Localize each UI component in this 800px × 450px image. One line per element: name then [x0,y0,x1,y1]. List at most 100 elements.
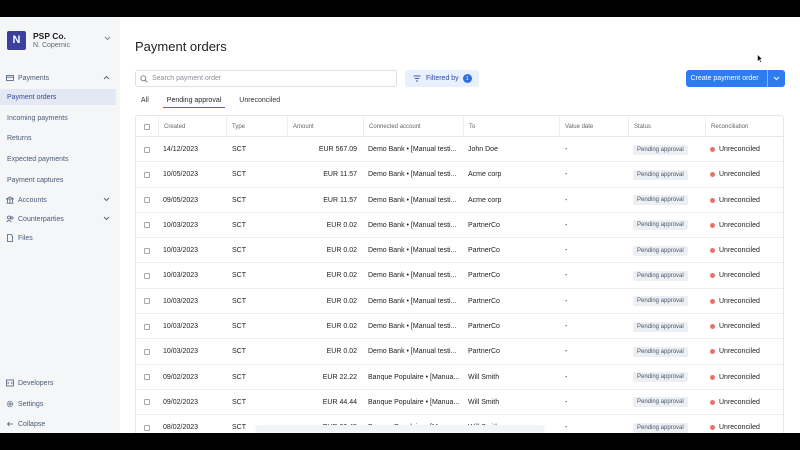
nav-item-files[interactable]: Files [6,234,114,242]
cell-status: Pending approval [633,314,703,339]
table-body: 14/12/2023 SCT EUR 567.09 Demo Bank • [Manu… [136,137,783,433]
row-select-checkbox[interactable] [144,298,150,305]
column-header-connected-account[interactable]: Connected account [363,116,463,137]
file-icon [6,234,14,242]
cell-type: SCT [232,146,246,153]
create-payment-order-label: Create payment order [690,75,759,82]
row-checkbox [136,238,158,263]
column-header-reconciliation[interactable]: Reconciliation [705,116,783,137]
table-row[interactable]: 10/03/2023 SCT EUR 0.02 Demo Bank • [Manual… [136,238,783,264]
row-select-checkbox[interactable] [144,171,150,178]
nav-group-payments[interactable]: Payments [6,74,114,82]
cell-connected-account: Demo Bank • [Manual testi... [368,323,457,331]
unreconciled-status-dot-icon [710,248,715,254]
sidebar-item-incoming-payments[interactable]: Incoming payments [0,110,116,126]
unreconciled-status-dot-icon [710,147,715,152]
cell-created: 08/02/2023 [163,424,199,432]
sidebar-item-payment-orders[interactable]: Payment orders [0,89,116,105]
column-header-type[interactable]: Type [226,116,287,137]
status-badge: Pending approval [633,245,688,256]
column-header-created[interactable]: Created [158,116,226,137]
create-payment-order-button[interactable]: Create payment order [686,70,785,87]
cell-reconciliation: Unreconciled [710,415,783,433]
cell-status: Pending approval [633,390,703,415]
row-checkbox [136,365,158,390]
row-checkbox [136,415,158,433]
sidebar-item-returns[interactable]: Returns [0,130,116,146]
cell-to: PartnerCo [468,221,500,229]
row-select-checkbox[interactable] [144,247,150,254]
table-row[interactable]: 10/03/2023 SCT EUR 0.02 Demo Bank • [Manual… [136,263,783,289]
search-input[interactable] [152,75,382,82]
status-badge: Pending approval [633,169,688,180]
row-checkbox [136,314,158,339]
cell-to: Will Smith [468,398,500,406]
org-logo: N [7,30,26,50]
tab-unreconciled[interactable]: Unreconciled [235,93,284,108]
row-select-checkbox[interactable] [144,348,150,355]
status-badge: Pending approval [633,397,688,408]
nav-group-counterparties[interactable]: Counterparties [6,215,114,223]
table-row[interactable]: 09/02/2023 SCT EUR 44.44 Banque Populaire •… [136,390,783,416]
cell-type: SCT [232,323,246,331]
tab-all[interactable]: All [135,93,153,108]
select-all-checkbox[interactable] [144,123,150,130]
code-icon [6,379,14,387]
row-select-checkbox[interactable] [144,222,150,229]
column-header-status[interactable]: Status [628,116,705,137]
column-header-value-date[interactable]: Value date [559,116,628,137]
org-name: PSP Co. [33,30,66,41]
status-badge: Pending approval [633,270,688,281]
reconciliation-label: Unreconciled [719,247,760,255]
column-header-to[interactable]: To [463,116,559,137]
row-select-checkbox[interactable] [144,197,150,204]
cell-value-date: - [565,171,568,179]
create-dropdown-toggle[interactable] [767,70,785,87]
tab-pending-approval[interactable]: Pending approval [162,93,226,108]
nav-item-developers[interactable]: Developers [6,379,114,387]
row-select-checkbox[interactable] [144,146,150,153]
table-row[interactable]: 09/02/2023 SCT EUR 22.22 Banque Populaire •… [136,365,783,390]
unreconciled-status-dot-icon [710,374,715,380]
horizontal-scrollbar[interactable] [255,425,545,433]
table-row[interactable]: 10/05/2023 SCT EUR 11.57 Demo Bank • [Manua… [136,162,783,188]
unreconciled-status-dot-icon [710,349,715,355]
table-row[interactable]: 10/03/2023 SCT EUR 0.02 Demo Bank • [Manual… [136,213,783,239]
cell-value-date: - [565,398,568,406]
collapse-button[interactable]: Collapse [6,420,114,428]
nav-group-counterparties-label: Counterparties [18,215,64,223]
column-header-amount[interactable]: Amount [287,116,363,137]
nav-item-files-label: Files [18,234,33,242]
nav-item-settings-label: Settings [18,400,44,408]
cell-status: Pending approval [633,415,703,433]
table-row[interactable]: 14/12/2023 SCT EUR 567.09 Demo Bank • [Manu… [136,137,783,163]
table-row[interactable]: 10/03/2023 SCT EUR 0.02 Demo Bank • [Manual… [136,339,783,365]
cell-amount: EUR 0.02 [326,221,357,229]
table-row[interactable]: 10/03/2023 SCT EUR 0.02 Demo Bank • [Manual… [136,289,783,315]
cell-connected-account: Demo Bank • [Manual testi... [368,171,457,179]
search-box[interactable] [135,70,397,87]
reconciliation-label: Unreconciled [719,373,760,381]
table-row[interactable]: 09/05/2023 SCT EUR 11.57 Demo Bank • [Manua… [136,188,783,213]
table-row[interactable]: 10/03/2023 SCT EUR 0.02 Demo Bank • [Manual… [136,314,783,340]
nav-item-settings[interactable]: Settings [6,400,114,408]
row-select-checkbox[interactable] [144,399,150,406]
row-select-checkbox[interactable] [144,272,150,279]
unreconciled-status-dot-icon [710,425,715,431]
reconciliation-label: Unreconciled [719,171,760,179]
cell-connected-account: Demo Bank • [Manual testi... [368,221,457,229]
row-select-checkbox[interactable] [144,424,150,431]
filter-button[interactable]: Filtered by 1 [405,70,479,87]
cell-connected-account: Banque Populaire • [Manua... [368,398,460,406]
cell-status: Pending approval [633,238,703,263]
cell-created: 10/03/2023 [163,297,199,305]
cell-to: PartnerCo [468,297,500,305]
org-switcher[interactable]: N PSP Co. N. Copernic [7,29,115,51]
row-select-checkbox[interactable] [144,374,150,381]
nav-group-accounts[interactable]: Accounts [6,196,114,204]
cell-connected-account: Demo Bank • [Manual testi... [368,146,457,153]
sidebar-item-expected-payments[interactable]: Expected payments [0,151,116,167]
nav-item-developers-label: Developers [18,379,54,387]
row-select-checkbox[interactable] [144,323,150,330]
sidebar-item-payment-captures[interactable]: Payment captures [0,172,116,188]
